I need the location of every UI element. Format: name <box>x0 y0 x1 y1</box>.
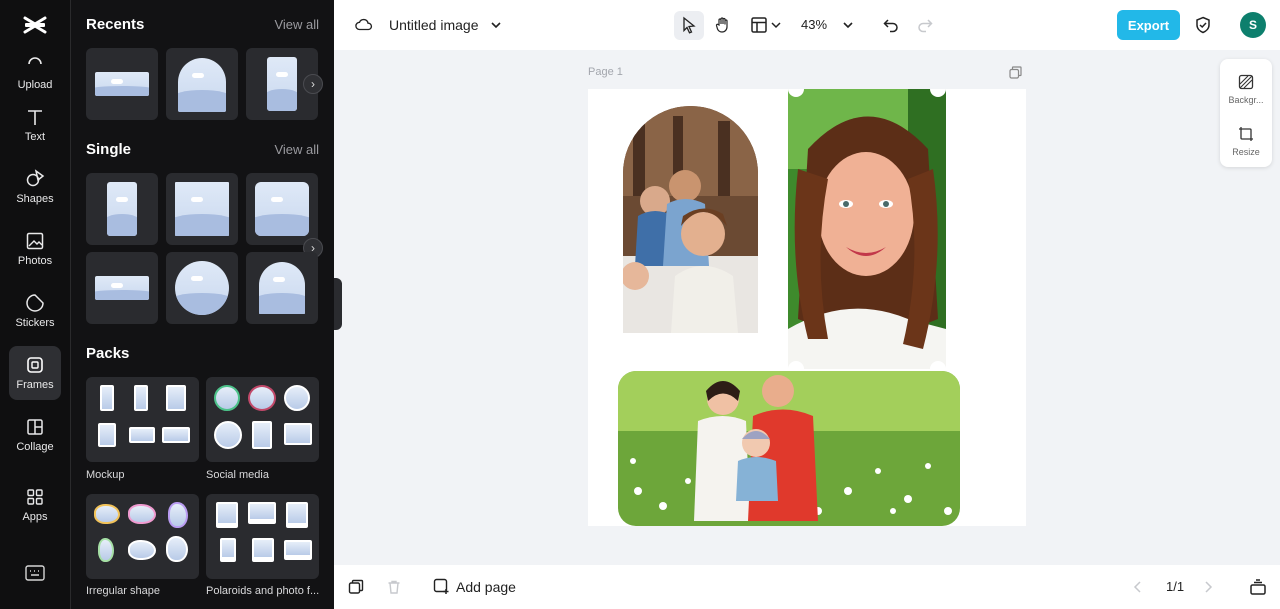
top-toolbar: Untitled image 43% Export S <box>334 0 1280 50</box>
left-rail: Upload Text Shapes Photos Stickers Frame… <box>0 0 71 609</box>
rail-item-label: Frames <box>16 379 54 391</box>
zoom-level[interactable]: 43% <box>801 17 827 32</box>
resize-tool-label: Resize <box>1232 146 1260 157</box>
recents-next-button[interactable]: › <box>303 74 323 94</box>
keyboard-icon[interactable] <box>25 565 45 581</box>
pack-irregular-shape[interactable] <box>86 494 199 579</box>
layout-icon[interactable] <box>750 16 768 34</box>
bottom-bar: Add page 1/1 <box>334 565 1280 609</box>
pack-label: Polaroids and photo f... <box>206 585 320 597</box>
chevron-down-icon[interactable] <box>770 17 782 33</box>
recent-frame-thumb[interactable] <box>166 48 238 120</box>
single-frame-thumb[interactable] <box>166 252 238 324</box>
shield-icon[interactable] <box>1194 15 1212 35</box>
rail-item-collage[interactable]: Collage <box>9 408 61 462</box>
pack-label: Social media <box>206 469 269 481</box>
pack-mockup[interactable] <box>86 377 199 462</box>
chevron-down-icon[interactable] <box>840 16 856 34</box>
rail-item-label: Text <box>24 131 46 143</box>
capcut-logo-icon[interactable] <box>22 12 48 38</box>
undo-icon[interactable] <box>882 16 900 34</box>
collage-icon <box>27 419 43 435</box>
single-view-all-link[interactable]: View all <box>274 142 319 157</box>
frames-panel: Recents View all › Single View all › Pac… <box>71 0 334 609</box>
chevron-down-icon[interactable] <box>488 16 504 34</box>
panel-collapse-handle[interactable] <box>334 278 342 330</box>
duplicate-page-icon[interactable] <box>1009 66 1022 79</box>
rail-item-shapes[interactable]: Shapes <box>9 160 61 214</box>
rail-item-label: Shapes <box>16 193 54 205</box>
page-indicator: 1/1 <box>1166 579 1185 594</box>
document-title[interactable]: Untitled image <box>389 17 479 33</box>
background-tool[interactable]: Backgr... <box>1220 65 1272 113</box>
background-icon <box>1238 74 1254 89</box>
pages-overview-icon[interactable] <box>1249 578 1267 596</box>
background-tool-label: Backgr... <box>1228 94 1264 105</box>
redo-icon[interactable] <box>916 16 934 34</box>
shapes-icon <box>26 169 45 187</box>
pack-social-media[interactable] <box>206 377 319 462</box>
rail-item-frames[interactable]: Frames <box>9 346 61 400</box>
single-frame-thumb[interactable] <box>166 173 238 245</box>
ticket-photo-frame[interactable] <box>788 89 946 369</box>
rail-item-label: Apps <box>22 511 48 523</box>
add-page-label: Add page <box>456 578 516 595</box>
single-frame-thumb[interactable] <box>246 252 318 324</box>
rail-item-label: Photos <box>17 255 53 267</box>
next-page-icon[interactable] <box>1201 578 1215 596</box>
rail-item-label: Stickers <box>15 317 55 329</box>
hand-pan-icon[interactable] <box>714 15 732 35</box>
pack-label: Irregular shape <box>86 585 160 597</box>
resize-icon <box>1239 126 1253 141</box>
single-frame-thumb[interactable] <box>246 173 318 245</box>
pack-polaroids[interactable] <box>206 494 319 579</box>
user-avatar[interactable]: S <box>1240 12 1266 38</box>
smiling-woman-photo <box>788 89 946 369</box>
add-page-icon <box>433 578 449 594</box>
trash-icon[interactable] <box>386 578 402 596</box>
rail-item-label: Upload <box>17 79 53 91</box>
page-label: Page 1 <box>588 66 623 78</box>
add-page-button[interactable]: Add page <box>433 578 516 595</box>
right-tools-panel: Backgr... Resize <box>1220 59 1272 167</box>
rail-item-upload[interactable]: Upload <box>9 46 61 100</box>
rail-item-label: Collage <box>16 441 54 453</box>
pack-label: Mockup <box>86 469 125 481</box>
apps-icon <box>27 489 43 505</box>
pointer-icon[interactable] <box>680 16 698 34</box>
packs-title: Packs <box>86 345 130 362</box>
frames-icon <box>27 357 43 373</box>
canvas-page[interactable] <box>588 89 1026 526</box>
single-title: Single <box>86 141 132 158</box>
upload-icon <box>28 57 42 65</box>
export-button[interactable]: Export <box>1117 10 1180 40</box>
arch-photo-frame[interactable] <box>623 106 758 333</box>
stickers-icon <box>26 294 44 312</box>
photos-icon <box>26 232 44 250</box>
text-icon <box>28 110 42 125</box>
rail-item-photos[interactable]: Photos <box>9 222 61 276</box>
rail-item-apps[interactable]: Apps <box>9 478 61 532</box>
chevron-right-icon: › <box>311 77 315 91</box>
rail-item-stickers[interactable]: Stickers <box>9 284 61 338</box>
resize-tool[interactable]: Resize <box>1220 117 1272 165</box>
prev-page-icon[interactable] <box>1131 578 1145 596</box>
cloud-save-icon[interactable] <box>354 15 374 35</box>
rounded-photo-frame[interactable] <box>618 371 960 526</box>
layers-icon[interactable] <box>348 578 364 596</box>
single-frame-thumb[interactable] <box>86 252 158 324</box>
recent-frame-thumb[interactable] <box>86 48 158 120</box>
rail-item-text[interactable]: Text <box>9 98 61 152</box>
family-indoor-photo <box>623 106 758 333</box>
single-frame-thumb[interactable] <box>86 173 158 245</box>
family-meadow-photo <box>618 371 960 526</box>
recents-view-all-link[interactable]: View all <box>274 17 319 32</box>
recents-title: Recents <box>86 16 145 33</box>
